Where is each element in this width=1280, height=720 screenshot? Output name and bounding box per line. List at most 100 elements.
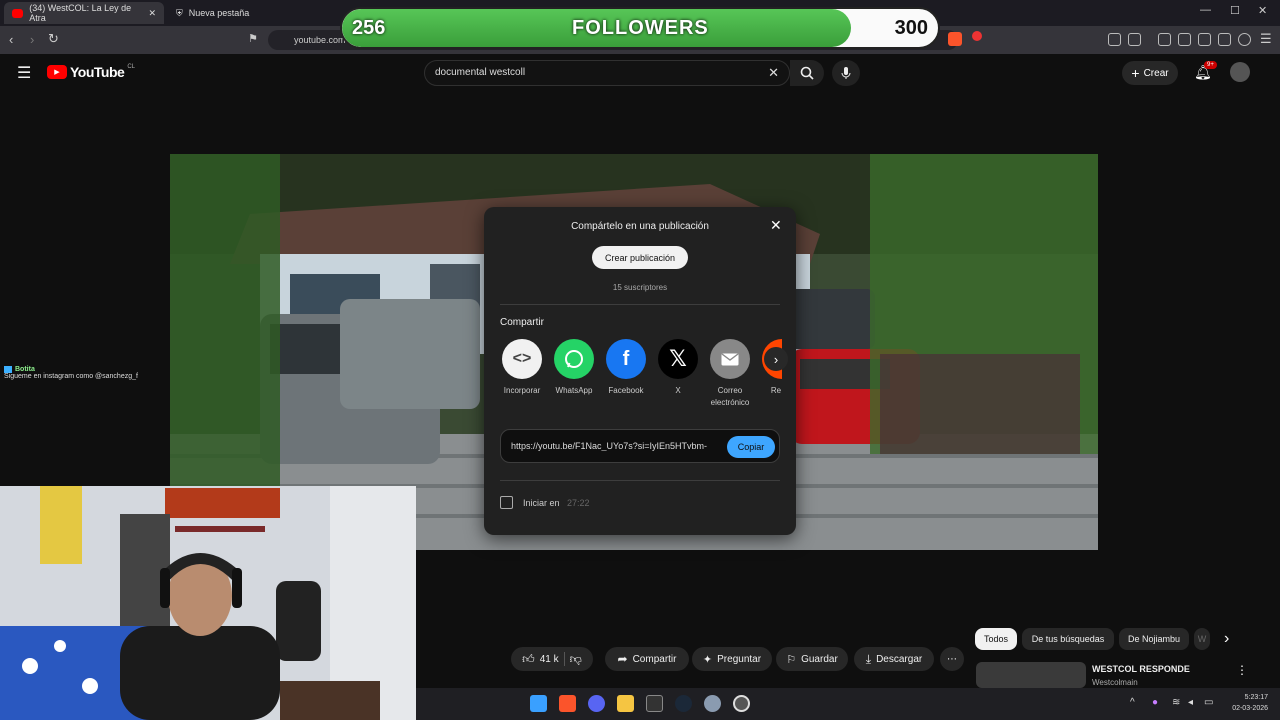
create-label: Crear (1143, 67, 1169, 79)
wallet-icon[interactable] (1198, 33, 1211, 46)
extension-icon[interactable] (1108, 33, 1121, 46)
vpn-icon[interactable] (1238, 33, 1251, 46)
clear-search-icon[interactable]: ✕ (768, 65, 779, 81)
tab-title: (34) WestCOL: La Ley de Atra (29, 3, 132, 23)
chip-partial[interactable]: W (1194, 628, 1210, 650)
windows-start-icon[interactable] (530, 695, 547, 712)
close-tab-icon[interactable]: ✕ (148, 8, 156, 19)
file-explorer-icon[interactable] (617, 695, 634, 712)
chip-from-channel[interactable]: De Nojiambu (1119, 628, 1189, 650)
chip-from-searches[interactable]: De tus búsquedas (1022, 628, 1114, 650)
start-at-label: Iniciar en (523, 498, 560, 508)
notifications-button[interactable]: 🔔︎ 9+ (1194, 61, 1217, 81)
like-dislike-group: 👍︎ 41 k 👎︎ (511, 647, 593, 671)
tray-mic-icon[interactable]: ● (1152, 697, 1158, 708)
recommendation-menu-icon[interactable]: ⋮ (1236, 663, 1248, 677)
download-button[interactable]: ⤓ Descargar (854, 647, 934, 671)
more-actions-button[interactable]: ⋯ (940, 647, 964, 671)
clock-time: 5:23:17 (1244, 694, 1268, 701)
thumbs-down-icon[interactable]: 👎︎ (570, 652, 582, 667)
back-icon[interactable]: ‹ (9, 32, 13, 47)
close-window-icon[interactable]: ✕ (1258, 4, 1267, 17)
sidebar-icon[interactable] (1128, 33, 1141, 46)
bookmark-icon[interactable]: ⚑ (248, 32, 258, 45)
share-heading: Compartir (500, 317, 544, 328)
chat-overlay: Botita Sigueme en instagram como @sanche… (4, 366, 138, 380)
recommendation-title[interactable]: WESTCOL RESPONDE (1092, 664, 1190, 674)
settings-taskbar-icon[interactable] (704, 695, 721, 712)
epic-games-icon[interactable] (646, 695, 663, 712)
share-button[interactable]: ➦ Compartir (605, 647, 689, 671)
browser-tab-youtube[interactable]: (34) WestCOL: La Ley de Atra ✕ (4, 2, 164, 24)
download-icon: ⤓ (865, 651, 872, 666)
search-icon (800, 66, 814, 80)
brave-shields-icon[interactable] (948, 32, 962, 46)
share-label-x: X (675, 386, 681, 395)
share-link-box: https://youtu.be/F1Nac_UYo7s?si=IyIEn5HT… (500, 429, 780, 463)
search-button[interactable] (790, 60, 824, 86)
reload-icon[interactable]: ↻ (48, 31, 59, 47)
email-icon[interactable] (710, 339, 750, 379)
youtube-favicon-icon (12, 8, 24, 18)
chat-user: Botita (15, 366, 35, 373)
forward-icon[interactable]: › (30, 32, 34, 47)
brave-rewards-icon[interactable] (972, 31, 982, 41)
share-link[interactable]: https://youtu.be/F1Nac_UYo7s?si=IyIEn5HT… (511, 441, 716, 451)
start-at-time[interactable]: 27:22 (567, 498, 590, 508)
media-icon[interactable] (1158, 33, 1171, 46)
search-input[interactable]: documental westcoll ✕ (424, 60, 790, 86)
next-share-targets-button[interactable]: › (764, 347, 788, 371)
copy-button[interactable]: Copiar (727, 436, 775, 458)
chevron-right-icon: › (773, 351, 779, 367)
create-button[interactable]: + Crear (1122, 61, 1178, 85)
dialog-title: Compártelo en una publicación (571, 221, 709, 232)
chips-next-icon[interactable]: › (1224, 630, 1229, 648)
share-arrow-icon: ➦ (617, 652, 628, 666)
x-icon[interactable]: 𝕏 (658, 339, 698, 379)
minimize-icon[interactable]: — (1200, 4, 1211, 16)
wifi-icon[interactable]: ≋ (1172, 697, 1180, 708)
youtube-logo-text: YouTube (70, 64, 125, 80)
thumbs-up-icon: 👍︎ (522, 651, 535, 666)
subscriber-count: 15 suscriptores (612, 283, 668, 292)
ask-label: Preguntar (717, 653, 762, 665)
recommendation-channel: Westcolmain (1092, 678, 1138, 687)
battery-icon[interactable]: ▭ (1204, 697, 1213, 708)
start-at-checkbox[interactable] (500, 496, 513, 509)
embed-icon[interactable]: <> (502, 339, 542, 379)
browser-tab-new[interactable]: ⛨ Nueva pestaña (168, 2, 338, 24)
divider (563, 652, 565, 666)
maximize-icon[interactable]: ☐ (1230, 4, 1240, 17)
like-button[interactable]: 👍︎ 41 k (522, 652, 558, 667)
reading-list-icon[interactable] (1178, 33, 1191, 46)
tray-overflow-icon[interactable]: ^ (1130, 697, 1135, 708)
chip-all[interactable]: Todos (975, 628, 1017, 650)
create-post-button[interactable]: Crear publicación (592, 246, 688, 269)
more-horizontal-icon: ⋯ (947, 653, 957, 665)
facebook-icon[interactable]: f (606, 339, 646, 379)
ask-button[interactable]: ✦ Preguntar (692, 647, 772, 671)
voice-search-button[interactable] (832, 60, 860, 86)
menu-icon[interactable]: ☰ (1260, 31, 1272, 47)
leo-icon[interactable] (1218, 33, 1231, 46)
divider (500, 304, 780, 305)
microphone-icon (841, 67, 851, 79)
whatsapp-icon[interactable] (554, 339, 594, 379)
volume-icon[interactable]: ◂ (1188, 697, 1193, 708)
discord-taskbar-icon[interactable] (588, 695, 605, 712)
streamer-webcam (0, 486, 416, 720)
save-button[interactable]: ⚐ Guardar (776, 647, 848, 671)
obs-icon[interactable] (733, 695, 750, 712)
hamburger-menu-icon[interactable]: ☰ (17, 63, 31, 83)
recommendation-thumbnail[interactable] (976, 662, 1086, 688)
youtube-logo[interactable]: ▶ YouTube CL (47, 64, 135, 80)
close-dialog-icon[interactable]: ✕ (770, 217, 782, 234)
brave-taskbar-icon[interactable] (559, 695, 576, 712)
download-label: Descargar (876, 653, 923, 665)
steam-icon[interactable] (675, 695, 692, 712)
avatar[interactable] (1230, 62, 1250, 82)
youtube-play-icon: ▶ (47, 65, 67, 79)
followers-goal: 300 (894, 17, 928, 39)
chat-message: Sigueme en instagram como @sanchezg_f (4, 373, 138, 380)
taskbar-clock[interactable]: 5:23:17 02-03-2026 (1224, 692, 1268, 714)
